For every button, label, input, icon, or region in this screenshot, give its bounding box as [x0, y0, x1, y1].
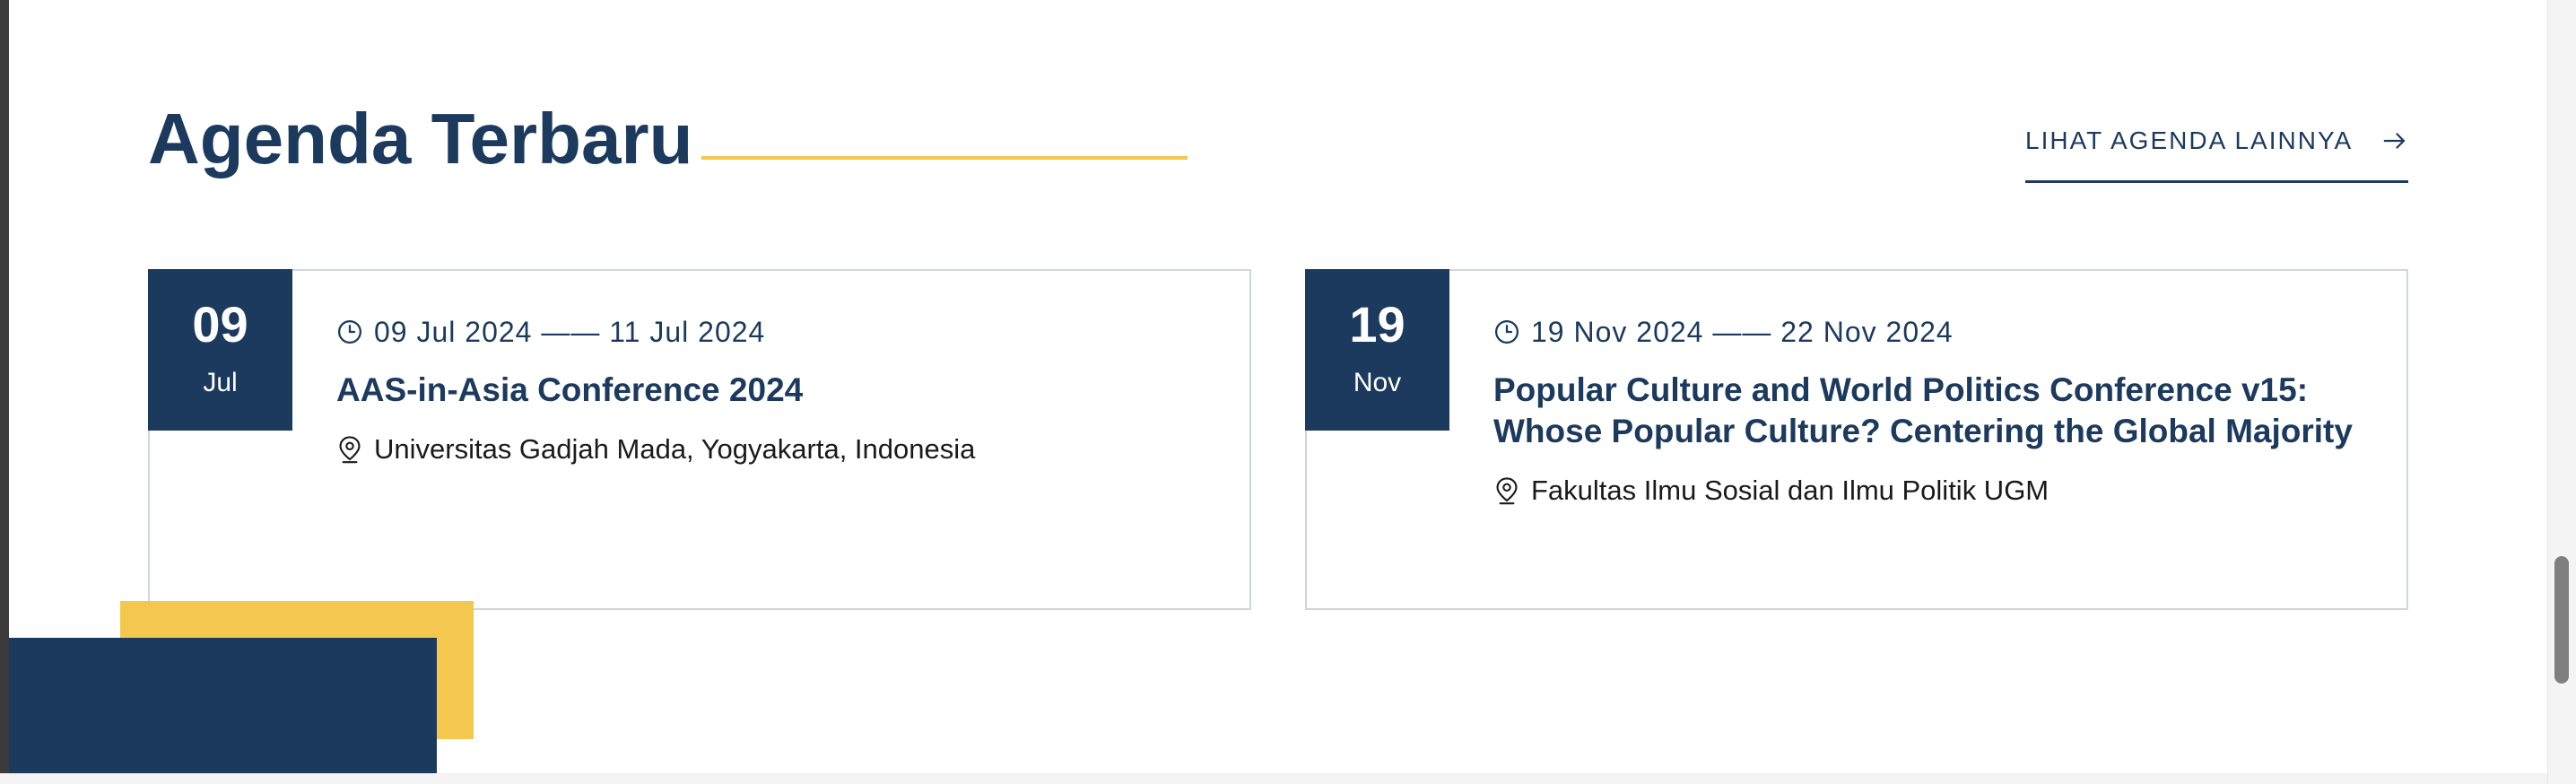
event-date-range: 09 Jul 2024 —— 11 Jul 2024	[336, 318, 1214, 346]
event-date-range: 19 Nov 2024 —— 22 Nov 2024	[1493, 318, 2371, 346]
event-card[interactable]: 09 Jul 09 Jul 2024 —— 11 Jul 2024 AAS-in…	[148, 269, 1251, 610]
clock-icon	[338, 320, 361, 344]
date-badge-month: Nov	[1353, 368, 1402, 397]
date-badge-day: 09	[192, 296, 248, 353]
event-info: 09 Jul 2024 —— 11 Jul 2024 AAS-in-Asia C…	[336, 318, 1214, 466]
event-location-text: Fakultas Ilmu Sosial dan Ilmu Politik UG…	[1531, 475, 2049, 506]
date-badge: 09 Jul	[148, 269, 292, 431]
event-location-text: Universitas Gadjah Mada, Yogyakarta, Ind…	[374, 433, 976, 465]
map-pin-icon	[339, 436, 361, 463]
map-pin-icon	[1496, 477, 1518, 504]
event-card[interactable]: 19 Nov 19 Nov 2024 —— 22 Nov 2024 Popula…	[1305, 269, 2408, 610]
event-date-range-text: 19 Nov 2024 —— 22 Nov 2024	[1531, 316, 1954, 348]
date-badge-day: 19	[1349, 296, 1405, 353]
footer-edge	[0, 773, 2547, 784]
event-date-range-text: 09 Jul 2024 —— 11 Jul 2024	[374, 316, 766, 348]
see-more-label: LIHAT AGENDA LAINNYA	[2025, 126, 2354, 154]
scrollbar-thumb[interactable]	[2554, 556, 2569, 684]
date-badge: 19 Nov	[1305, 269, 1449, 431]
see-more-agenda-link[interactable]: LIHAT AGENDA LAINNYA	[2025, 124, 2408, 183]
event-title-link[interactable]: Popular Culture and World Politics Confe…	[1493, 370, 2371, 452]
clock-icon	[1495, 320, 1519, 344]
title-accent-line	[701, 156, 1188, 160]
arrow-right-icon	[2383, 133, 2406, 149]
event-location: Fakultas Ilmu Sosial dan Ilmu Politik UG…	[1493, 474, 2371, 507]
event-location: Universitas Gadjah Mada, Yogyakarta, Ind…	[336, 432, 1214, 466]
section-title: Agenda Terbaru	[148, 99, 693, 179]
date-badge-month: Jul	[203, 368, 238, 397]
event-info: 19 Nov 2024 —— 22 Nov 2024 Popular Cultu…	[1493, 318, 2371, 507]
window-left-edge	[0, 0, 9, 784]
decorative-navy-block	[9, 638, 437, 773]
event-title-link[interactable]: AAS-in-Asia Conference 2024	[336, 370, 1214, 411]
